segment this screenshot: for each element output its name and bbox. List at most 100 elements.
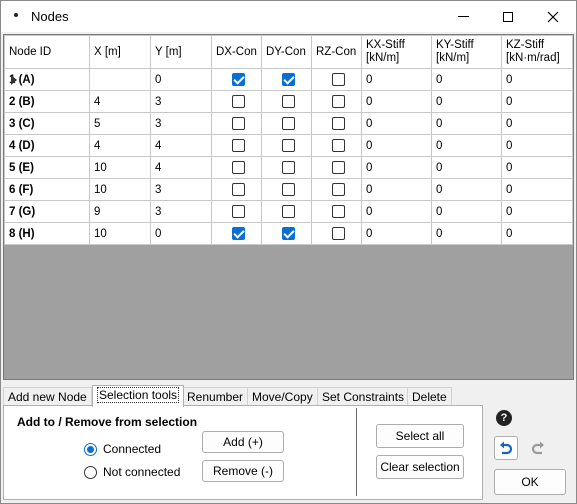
rz-con-cell[interactable] — [311, 134, 362, 157]
kz-stiff-cell[interactable]: 0 — [501, 156, 573, 179]
col-header-kz-stiff[interactable]: KZ-Stiff [kN·m/rad] — [501, 35, 573, 69]
rz-con-cell[interactable] — [311, 222, 362, 245]
ky-stiff-cell[interactable]: 0 — [431, 134, 502, 157]
node-id-cell[interactable]: 3 (C) — [4, 112, 90, 135]
table-row[interactable]: 3 (C) 5 3 0 0 0 — [4, 112, 573, 135]
rz-con-cell[interactable] — [311, 112, 362, 135]
x-cell[interactable]: 9 — [89, 200, 151, 223]
y-cell[interactable]: 3 — [150, 90, 212, 113]
dx-con-checkbox[interactable] — [232, 183, 245, 196]
kx-stiff-cell[interactable]: 0 — [361, 200, 432, 223]
ky-stiff-cell[interactable]: 0 — [431, 156, 502, 179]
dy-con-checkbox[interactable] — [282, 183, 295, 196]
x-cell[interactable]: 4 — [89, 90, 151, 113]
kx-stiff-cell[interactable]: 0 — [361, 178, 432, 201]
kx-stiff-cell[interactable]: 0 — [361, 68, 432, 91]
rz-con-checkbox[interactable] — [332, 139, 345, 152]
y-cell[interactable]: 3 — [150, 112, 212, 135]
table-row[interactable]: 4 (D) 4 4 0 0 0 — [4, 134, 573, 157]
y-cell[interactable]: 4 — [150, 134, 212, 157]
y-cell[interactable]: 0 — [150, 222, 212, 245]
ky-stiff-cell[interactable]: 0 — [431, 222, 502, 245]
kz-stiff-cell[interactable]: 0 — [501, 200, 573, 223]
rz-con-cell[interactable] — [311, 90, 362, 113]
node-id-cell[interactable]: 7 (G) — [4, 200, 90, 223]
table-row[interactable]: 2 (B) 4 3 0 0 0 — [4, 90, 573, 113]
dx-con-cell[interactable] — [211, 68, 262, 91]
select-all-button[interactable]: Select all — [376, 424, 464, 448]
dy-con-checkbox[interactable] — [282, 95, 295, 108]
node-id-cell[interactable]: 8 (H) — [4, 222, 90, 245]
rz-con-checkbox[interactable] — [332, 183, 345, 196]
col-header-ky-stiff[interactable]: KY-Stiff [kN/m] — [431, 35, 502, 69]
node-id-cell[interactable]: 2 (B) — [4, 90, 90, 113]
x-cell[interactable]: 10 — [89, 222, 151, 245]
tab-add-new-node[interactable]: Add new Node — [3, 387, 92, 406]
x-cell[interactable]: 10 — [89, 178, 151, 201]
close-button[interactable] — [530, 1, 576, 32]
radio-connected[interactable]: Connected — [84, 442, 161, 456]
kz-stiff-cell[interactable]: 0 — [501, 90, 573, 113]
col-header-x[interactable]: X [m] — [89, 35, 151, 69]
rz-con-cell[interactable] — [311, 156, 362, 179]
x-cell[interactable]: 10 — [89, 156, 151, 179]
dy-con-checkbox[interactable] — [282, 161, 295, 174]
y-cell[interactable]: 4 — [150, 156, 212, 179]
node-id-cell[interactable]: 6 (F) — [4, 178, 90, 201]
radio-not-connected[interactable]: Not connected — [84, 465, 180, 479]
kx-stiff-cell[interactable]: 0 — [361, 90, 432, 113]
table-row[interactable]: 6 (F) 10 3 0 0 0 — [4, 178, 573, 201]
clear-selection-button[interactable]: Clear selection — [376, 455, 464, 479]
dy-con-cell[interactable] — [261, 68, 312, 91]
kz-stiff-cell[interactable]: 0 — [501, 68, 573, 91]
dx-con-checkbox[interactable] — [232, 139, 245, 152]
dx-con-cell[interactable] — [211, 90, 262, 113]
dy-con-cell[interactable] — [261, 222, 312, 245]
radio-connected-indicator[interactable] — [84, 442, 97, 456]
dx-con-cell[interactable] — [211, 222, 262, 245]
maximize-button[interactable] — [485, 1, 531, 32]
dy-con-cell[interactable] — [261, 156, 312, 179]
rz-con-checkbox[interactable] — [332, 95, 345, 108]
col-header-node-id[interactable]: Node ID — [4, 35, 90, 69]
rz-con-cell[interactable] — [311, 200, 362, 223]
dy-con-cell[interactable] — [261, 178, 312, 201]
ky-stiff-cell[interactable]: 0 — [431, 200, 502, 223]
kx-stiff-cell[interactable]: 0 — [361, 156, 432, 179]
rz-con-checkbox[interactable] — [332, 117, 345, 130]
table-row[interactable]: 1 (A) 4 0 0 0 0 — [4, 68, 573, 91]
x-cell[interactable]: 4 — [89, 68, 151, 91]
dy-con-cell[interactable] — [261, 200, 312, 223]
col-header-dy-con[interactable]: DY-Con — [261, 35, 312, 69]
dx-con-cell[interactable] — [211, 156, 262, 179]
ky-stiff-cell[interactable]: 0 — [431, 68, 502, 91]
rz-con-checkbox[interactable] — [332, 205, 345, 218]
dy-con-checkbox[interactable] — [282, 205, 295, 218]
y-cell[interactable]: 3 — [150, 178, 212, 201]
ky-stiff-cell[interactable]: 0 — [431, 112, 502, 135]
tab-move-copy[interactable]: Move/Copy — [247, 387, 318, 406]
rz-con-checkbox[interactable] — [332, 227, 345, 240]
col-header-y[interactable]: Y [m] — [150, 35, 212, 69]
col-header-rz-con[interactable]: RZ-Con — [311, 35, 362, 69]
tab-selection-tools[interactable]: Selection tools — [92, 385, 185, 407]
dx-con-cell[interactable] — [211, 200, 262, 223]
rz-con-checkbox[interactable] — [332, 73, 345, 86]
kx-stiff-cell[interactable]: 0 — [361, 134, 432, 157]
y-cell[interactable]: 3 — [150, 200, 212, 223]
rz-con-checkbox[interactable] — [332, 161, 345, 174]
dx-con-checkbox[interactable] — [232, 95, 245, 108]
tab-set-constraints[interactable]: Set Constraints — [317, 387, 410, 406]
dx-con-cell[interactable] — [211, 178, 262, 201]
dy-con-checkbox[interactable] — [282, 117, 295, 130]
table-row[interactable]: 7 (G) 9 3 0 0 0 — [4, 200, 573, 223]
kz-stiff-cell[interactable]: 0 — [501, 222, 573, 245]
col-header-kx-stiff[interactable]: KX-Stiff [kN/m] — [361, 35, 432, 69]
table-row[interactable]: 8 (H) 10 0 0 0 0 — [4, 222, 573, 245]
ok-button[interactable]: OK — [494, 469, 566, 495]
ky-stiff-cell[interactable]: 0 — [431, 178, 502, 201]
table-row[interactable]: 5 (E) 10 4 0 0 0 — [4, 156, 573, 179]
dy-con-checkbox[interactable] — [282, 227, 295, 240]
x-cell[interactable]: 4 — [89, 134, 151, 157]
kz-stiff-cell[interactable]: 0 — [501, 112, 573, 135]
